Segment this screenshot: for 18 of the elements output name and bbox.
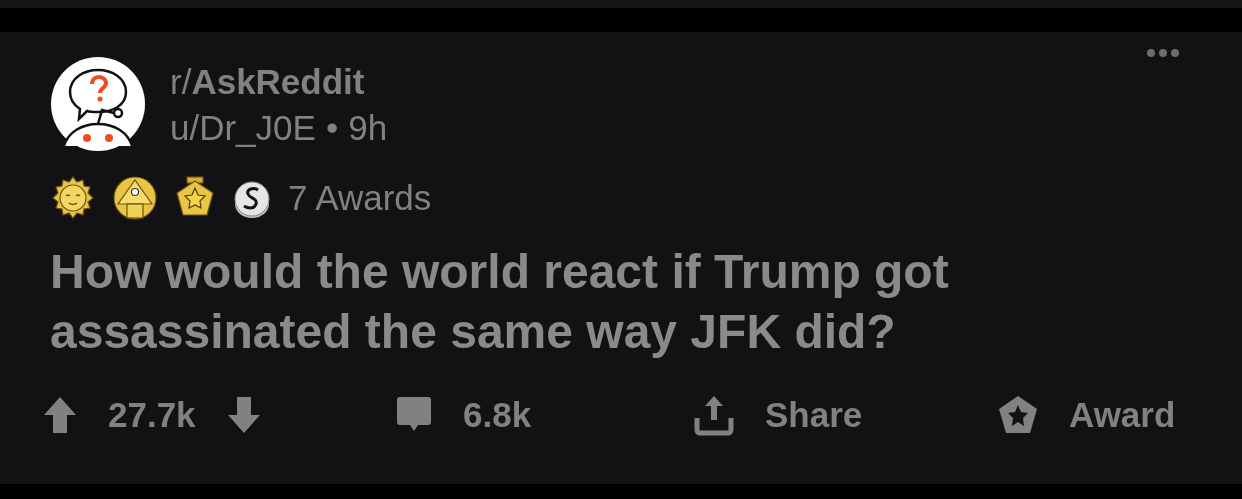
post-age: 9h — [348, 108, 388, 148]
downvote-icon[interactable] — [225, 395, 262, 435]
subreddit-name[interactable]: r/AskReddit — [170, 62, 388, 102]
comment-count[interactable]: 6.8k — [463, 395, 532, 435]
sun-award-icon — [50, 175, 96, 221]
share-icon — [693, 394, 735, 436]
post-title: How would the world react if Trump got assassinated the same way JFK did? — [50, 244, 950, 360]
author-name[interactable]: u/Dr_J0E — [170, 108, 316, 148]
awards-count[interactable]: 7 Awards — [288, 178, 432, 218]
separator-dot: • — [325, 108, 339, 148]
subreddit-avatar-icon — [50, 56, 146, 152]
award-icon — [997, 394, 1039, 436]
upvote-icon[interactable] — [42, 395, 78, 435]
share-button[interactable]: Share — [765, 395, 863, 435]
vote-count: 27.7k — [108, 395, 196, 435]
pyramid-award-icon — [112, 175, 158, 221]
award-button[interactable]: Award — [1069, 395, 1176, 435]
more-options-icon[interactable] — [1146, 48, 1180, 58]
